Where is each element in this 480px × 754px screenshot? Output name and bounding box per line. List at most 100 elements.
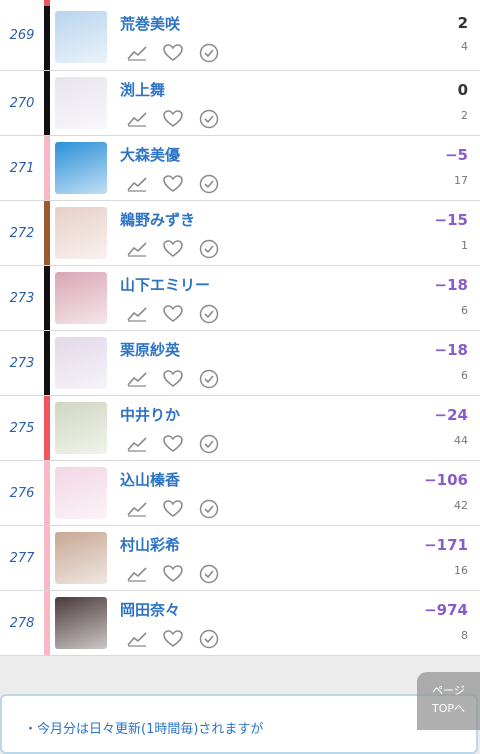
info-box: ・今月分は日々更新(1時間毎)されますが (0, 694, 478, 754)
rank-number: 272 (0, 201, 45, 265)
sub-count: 4 (461, 40, 468, 53)
member-photo[interactable] (55, 11, 107, 63)
check-circle-icon[interactable] (198, 369, 220, 389)
change-value: 0 (457, 81, 468, 99)
table-row: 275 中井りか −24 44 (0, 396, 480, 461)
check-circle-icon[interactable] (198, 304, 220, 324)
member-name-link[interactable]: 込山榛香 (120, 469, 180, 490)
heart-icon[interactable] (162, 564, 184, 584)
check-circle-icon[interactable] (198, 629, 220, 649)
rank-number: 275 (0, 396, 45, 460)
action-icons (126, 239, 220, 259)
table-row: 273 山下エミリー −18 6 (0, 266, 480, 331)
change-value: −15 (434, 211, 468, 229)
line-chart-icon[interactable] (126, 109, 148, 129)
check-circle-icon[interactable] (198, 43, 220, 63)
member-photo[interactable] (55, 337, 107, 389)
member-name-link[interactable]: 村山彩希 (120, 534, 180, 555)
heart-icon[interactable] (162, 109, 184, 129)
change-value: −171 (424, 536, 468, 554)
action-icons (126, 109, 220, 129)
member-name-link[interactable]: 大森美優 (120, 144, 180, 165)
rank-number: 271 (0, 136, 45, 200)
rank-number: 277 (0, 526, 45, 590)
action-icons (126, 304, 220, 324)
line-chart-icon[interactable] (126, 499, 148, 519)
table-row: 273 栗原紗英 −18 6 (0, 331, 480, 396)
member-name-link[interactable]: 栗原紗英 (120, 339, 180, 360)
check-circle-icon[interactable] (198, 564, 220, 584)
member-photo[interactable] (55, 532, 107, 584)
sub-count: 6 (461, 304, 468, 317)
check-circle-icon[interactable] (198, 174, 220, 194)
member-name-link[interactable]: 渕上舞 (120, 79, 165, 100)
change-value: −18 (434, 276, 468, 294)
table-row: 272 鵜野みずき −15 1 (0, 201, 480, 266)
team-color-bar (44, 526, 50, 590)
line-chart-icon[interactable] (126, 304, 148, 324)
totop-line2: TOPへ (431, 702, 465, 715)
member-name-link[interactable]: 岡田奈々 (120, 599, 180, 620)
team-color-bar (44, 266, 50, 330)
info-text: ・今月分は日々更新(1時間毎)されますが (24, 722, 264, 737)
check-circle-icon[interactable] (198, 499, 220, 519)
member-name-link[interactable]: 荒巻美咲 (120, 13, 180, 34)
rank-number: 270 (0, 71, 45, 135)
top-edge-marker (44, 0, 50, 6)
heart-icon[interactable] (162, 629, 184, 649)
table-row: 269 荒巻美咲 2 4 (0, 0, 480, 71)
sub-count: 1 (461, 239, 468, 252)
change-value: 2 (457, 14, 468, 32)
line-chart-icon[interactable] (126, 564, 148, 584)
member-photo[interactable] (55, 272, 107, 324)
line-chart-icon[interactable] (126, 629, 148, 649)
line-chart-icon[interactable] (126, 434, 148, 454)
heart-icon[interactable] (162, 499, 184, 519)
check-circle-icon[interactable] (198, 109, 220, 129)
sub-count: 17 (454, 174, 468, 187)
team-color-bar (44, 71, 50, 135)
rank-number: 273 (0, 331, 45, 395)
line-chart-icon[interactable] (126, 239, 148, 259)
heart-icon[interactable] (162, 174, 184, 194)
member-name-link[interactable]: 中井りか (120, 404, 180, 425)
change-value: −24 (434, 406, 468, 424)
change-value: −974 (424, 601, 468, 619)
sub-count: 6 (461, 369, 468, 382)
member-photo[interactable] (55, 207, 107, 259)
member-photo[interactable] (55, 142, 107, 194)
back-to-top-button[interactable]: ページ TOPへ (417, 672, 480, 730)
check-circle-icon[interactable] (198, 434, 220, 454)
member-photo[interactable] (55, 77, 107, 129)
line-chart-icon[interactable] (126, 174, 148, 194)
change-value: −18 (434, 341, 468, 359)
action-icons (126, 174, 220, 194)
change-value: −5 (444, 146, 468, 164)
team-color-bar (44, 461, 50, 525)
heart-icon[interactable] (162, 239, 184, 259)
team-color-bar (44, 0, 50, 70)
member-photo[interactable] (55, 597, 107, 649)
heart-icon[interactable] (162, 369, 184, 389)
action-icons (126, 369, 220, 389)
check-circle-icon[interactable] (198, 239, 220, 259)
totop-line1: ページ (432, 684, 465, 697)
change-value: −106 (424, 471, 468, 489)
member-photo[interactable] (55, 402, 107, 454)
table-row: 276 込山榛香 −106 42 (0, 461, 480, 526)
team-color-bar (44, 331, 50, 395)
heart-icon[interactable] (162, 434, 184, 454)
heart-icon[interactable] (162, 304, 184, 324)
member-name-link[interactable]: 山下エミリー (120, 274, 210, 295)
team-color-bar (44, 591, 50, 655)
table-row: 278 岡田奈々 −974 8 (0, 591, 480, 656)
member-photo[interactable] (55, 467, 107, 519)
team-color-bar (44, 136, 50, 200)
rank-number: 273 (0, 266, 45, 330)
line-chart-icon[interactable] (126, 369, 148, 389)
member-name-link[interactable]: 鵜野みずき (120, 209, 195, 230)
rank-number: 269 (0, 0, 45, 70)
heart-icon[interactable] (162, 43, 184, 63)
line-chart-icon[interactable] (126, 43, 148, 63)
sub-count: 16 (454, 564, 468, 577)
